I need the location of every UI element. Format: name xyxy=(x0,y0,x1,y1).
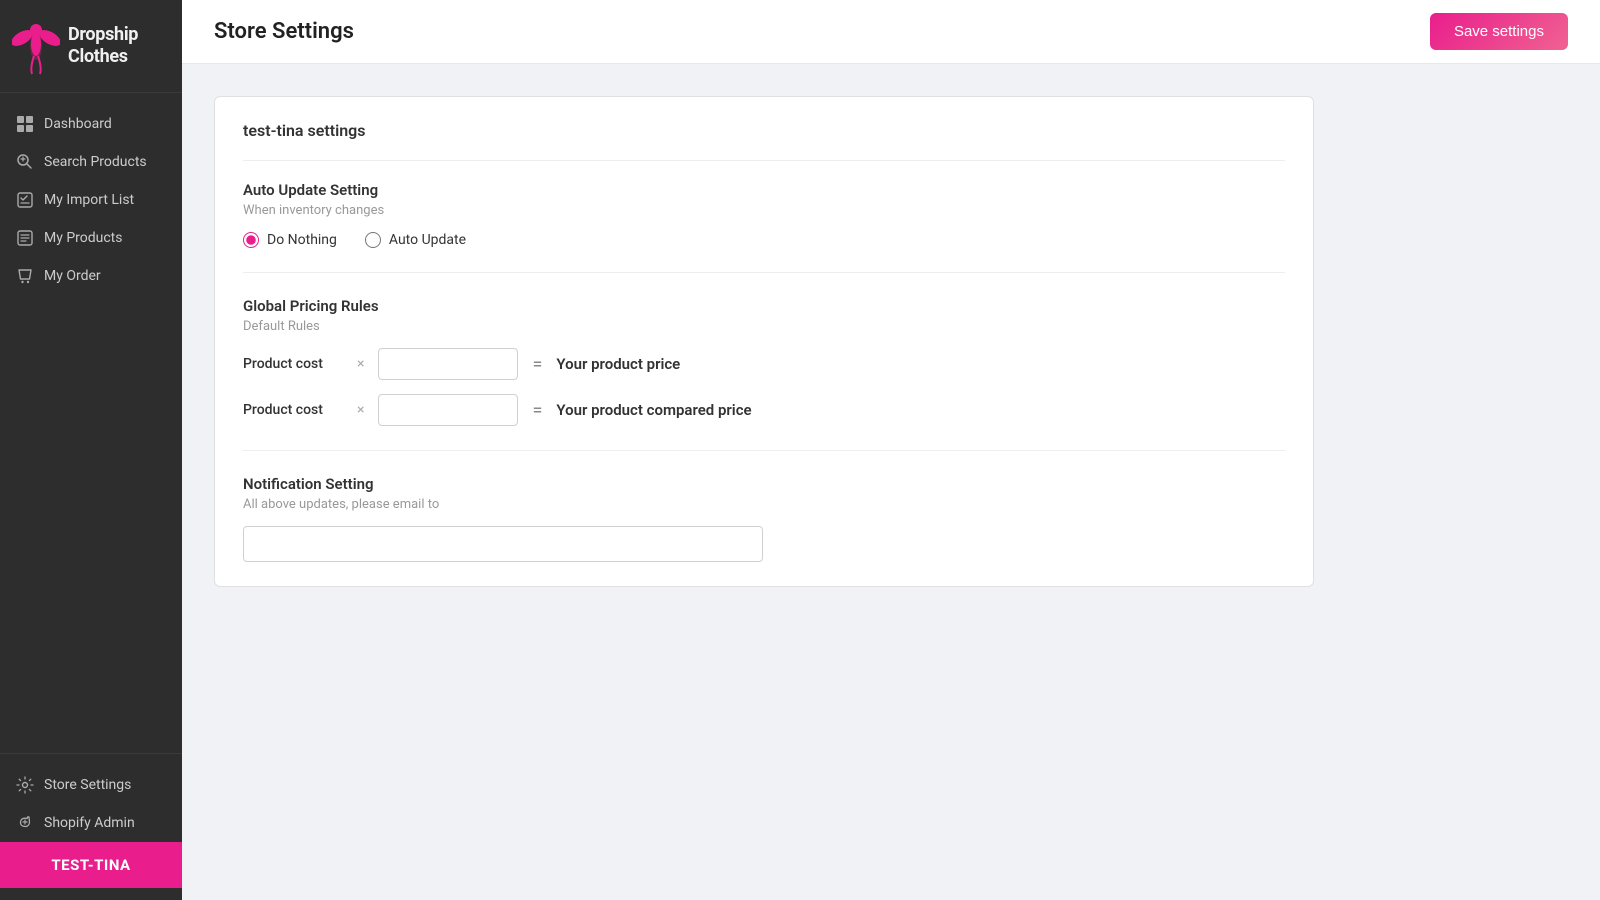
equals-sign-2: = xyxy=(532,400,542,421)
notification-section: Notification Setting All above updates, … xyxy=(243,475,1285,562)
shopify-icon xyxy=(16,814,34,832)
radio-do-nothing-input[interactable] xyxy=(243,232,259,248)
page-title: Store Settings xyxy=(214,19,354,44)
sidebar-item-label: My Products xyxy=(44,230,123,246)
pricing-row-1-multiplier[interactable] xyxy=(378,348,518,380)
radio-auto-update-input[interactable] xyxy=(365,232,381,248)
auto-update-label: Auto Update Setting xyxy=(243,181,1285,199)
pricing-row-2-cost-label: Product cost xyxy=(243,402,343,418)
user-label[interactable]: TEST-TINA xyxy=(0,842,182,888)
sidebar-item-label: Shopify Admin xyxy=(44,815,135,831)
radio-auto-update-label: Auto Update xyxy=(389,232,466,248)
auto-update-radio-group: Do Nothing Auto Update xyxy=(243,232,1285,248)
pricing-row-1: Product cost × = Your product price xyxy=(243,348,1285,380)
radio-do-nothing-label: Do Nothing xyxy=(267,232,337,248)
radio-auto-update[interactable]: Auto Update xyxy=(365,232,466,248)
dashboard-icon xyxy=(16,115,34,133)
search-products-icon xyxy=(16,153,34,171)
my-products-icon xyxy=(16,229,34,247)
import-list-icon xyxy=(16,191,34,209)
my-order-icon xyxy=(16,267,34,285)
main-content: Store Settings Save settings test-tina s… xyxy=(182,0,1600,900)
sidebar-item-store-settings[interactable]: Store Settings xyxy=(0,766,182,804)
pricing-rules-sub: Default Rules xyxy=(243,319,1285,334)
sidebar-item-shopify-admin[interactable]: Shopify Admin xyxy=(0,804,182,842)
notification-sub: All above updates, please email to xyxy=(243,497,1285,512)
auto-update-section: Auto Update Setting When inventory chang… xyxy=(243,181,1285,273)
pricing-row-2: Product cost × = Your product compared p… xyxy=(243,394,1285,426)
pricing-rules-label: Global Pricing Rules xyxy=(243,297,1285,315)
pricing-row-2-result: Your product compared price xyxy=(556,401,751,419)
sidebar-item-my-import-list[interactable]: My Import List xyxy=(0,181,182,219)
pricing-row-1-cost-label: Product cost xyxy=(243,356,343,372)
content-area: test-tina settings Auto Update Setting W… xyxy=(182,64,1600,900)
logo-icon xyxy=(12,16,60,76)
logo-area: Dropship Clothes xyxy=(0,0,182,93)
notification-email-input[interactable] xyxy=(243,526,763,562)
sidebar-item-my-order[interactable]: My Order xyxy=(0,257,182,295)
sidebar-item-label: My Order xyxy=(44,268,101,284)
sidebar-item-dashboard[interactable]: Dashboard xyxy=(0,105,182,143)
radio-do-nothing[interactable]: Do Nothing xyxy=(243,232,337,248)
pricing-row-2-multiplier[interactable] xyxy=(378,394,518,426)
times-icon-2: × xyxy=(357,402,364,418)
pricing-rules-section: Global Pricing Rules Default Rules Produ… xyxy=(243,297,1285,451)
sidebar-item-search-products[interactable]: Search Products xyxy=(0,143,182,181)
app-name: Dropship Clothes xyxy=(68,24,170,67)
save-settings-button[interactable]: Save settings xyxy=(1430,13,1568,50)
settings-card: test-tina settings Auto Update Setting W… xyxy=(214,96,1314,587)
sidebar-item-label: Search Products xyxy=(44,154,147,170)
auto-update-sub: When inventory changes xyxy=(243,203,1285,218)
page-header: Store Settings Save settings xyxy=(182,0,1600,64)
sidebar: Dropship Clothes Dashboard Search Produc… xyxy=(0,0,182,900)
sidebar-item-label: Dashboard xyxy=(44,116,112,132)
times-icon-1: × xyxy=(357,356,364,372)
equals-sign-1: = xyxy=(532,354,542,375)
pricing-row-1-result: Your product price xyxy=(556,355,680,373)
card-title: test-tina settings xyxy=(243,121,1285,161)
gear-icon xyxy=(16,776,34,794)
notification-label: Notification Setting xyxy=(243,475,1285,493)
main-nav: Dashboard Search Products My Import List xyxy=(0,93,182,753)
sidebar-bottom: Store Settings Shopify Admin TEST-TINA xyxy=(0,753,182,900)
sidebar-item-my-products[interactable]: My Products xyxy=(0,219,182,257)
sidebar-item-label: Store Settings xyxy=(44,777,131,793)
sidebar-item-label: My Import List xyxy=(44,192,134,208)
